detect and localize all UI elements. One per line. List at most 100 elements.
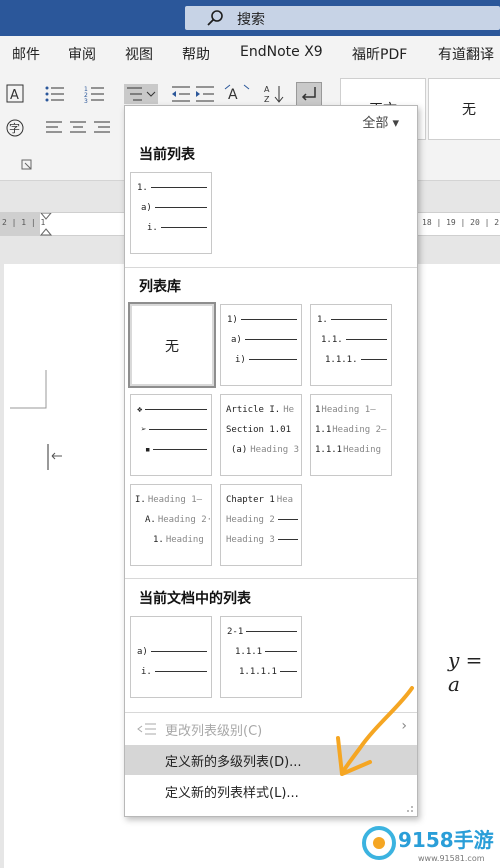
site-watermark: 9158手游 www.91581.com — [362, 822, 500, 868]
thumb-label-heading: Heading 1— — [321, 404, 376, 415]
filter-dropdown[interactable]: 全部 ▾ — [362, 112, 399, 131]
thumb-label: a) — [231, 334, 242, 345]
thumb-label-heading: Heading 2· — [157, 514, 212, 525]
document-lists-title: 当前文档中的列表 — [139, 591, 251, 607]
thumb-label-heading: Heading 2— — [332, 424, 387, 435]
bullets-icon[interactable] — [44, 84, 66, 104]
thumb-label: 1. — [137, 182, 148, 193]
search-box[interactable]: 搜索 — [185, 6, 500, 30]
tab-help[interactable]: 帮助 — [182, 44, 210, 64]
thumb-label: 1. — [317, 314, 328, 325]
thumb-label: I. — [135, 494, 146, 505]
list-thumb-bullets[interactable]: ❖ ➢ ▪ — [130, 394, 212, 476]
list-thumb-doc-1[interactable]: a) i. — [130, 616, 212, 698]
list-thumb-decimal[interactable]: 1. 1.1. 1.1.1. — [310, 304, 392, 386]
thumb-label-heading: Heading 3 — [226, 534, 275, 545]
change-level-icon — [137, 723, 156, 735]
filter-label: 全部 — [362, 116, 389, 131]
style-no-spacing-label: 无 — [462, 102, 476, 118]
thumb-label-heading: Heading 1— — [147, 494, 203, 505]
alignment-icons[interactable] — [44, 118, 124, 138]
brand-name: 9158手游 — [398, 828, 494, 852]
separator — [125, 578, 417, 579]
thumb-label: i. — [147, 222, 158, 233]
thumb-label: 1.1.1 — [235, 646, 263, 657]
thumb-label: ❖ — [137, 404, 143, 415]
numbering-icon[interactable]: 123 — [84, 84, 106, 104]
define-multilevel-list-label: 定义新的多级列表(D)... — [165, 755, 302, 770]
thumb-label: 1.1. — [321, 334, 343, 345]
thumb-label: 1.1.1.1 — [239, 666, 277, 677]
thumb-label: 1 — [315, 404, 321, 415]
thumb-label: 2-1 — [227, 626, 244, 637]
multilevel-list-icon[interactable] — [124, 84, 158, 104]
thumb-label: 1.1.1. — [325, 354, 358, 365]
list-thumb-chapter[interactable]: Chapter 1 Hea Heading 2 Heading 3 — [220, 484, 302, 566]
thumb-label: 1. — [153, 534, 164, 545]
title-bar: 搜索 — [0, 0, 500, 36]
tab-foxit-pdf[interactable]: 福昕PDF — [352, 44, 407, 64]
sort-icon[interactable]: AZ — [264, 84, 286, 104]
thumb-label: (a) — [231, 444, 248, 455]
increase-indent-icon[interactable] — [194, 84, 216, 104]
equation: y = a — [448, 648, 483, 696]
thumb-label-heading: Heading — [343, 444, 382, 455]
list-thumb-none[interactable]: 无 — [128, 302, 216, 388]
ribbon-tabs: 邮件 审阅 视图 帮助 EndNote X9 福昕PDF 有道翻译 — [0, 36, 500, 70]
change-list-level-label: 更改列表级别(C) — [165, 724, 263, 739]
text-box-icon[interactable]: A — [5, 84, 27, 104]
svg-text:Z: Z — [264, 95, 270, 104]
phonetic-guide-icon[interactable]: 字 — [5, 118, 27, 138]
tab-mail[interactable]: 邮件 — [12, 44, 40, 64]
tab-youdao-translate[interactable]: 有道翻译 — [438, 44, 494, 64]
list-none-label: 无 — [165, 339, 179, 355]
list-thumb-article[interactable]: Article I. He Section 1.01 (a) Heading 3· — [220, 394, 302, 476]
list-thumb-current[interactable]: 1. a) i. — [130, 172, 212, 254]
list-thumb-roman-heading[interactable]: I. Heading 1— A. Heading 2· 1. Heading — [130, 484, 212, 566]
svg-text:3: 3 — [84, 98, 88, 104]
svg-text:A: A — [264, 85, 270, 94]
thumb-label-heading: Heading 2 — [226, 514, 275, 525]
define-list-style-label: 定义新的列表样式(L)... — [165, 786, 299, 801]
character-spacing-icon[interactable]: A — [224, 84, 254, 104]
thumb-label: a) — [141, 202, 152, 213]
search-label: 搜索 — [237, 12, 265, 28]
list-thumb-heading-numbered[interactable]: 1 Heading 1— 1.1 Heading 2— 1.1.1 Heading — [310, 394, 392, 476]
thumb-label: i) — [235, 354, 246, 365]
current-list-title: 当前列表 — [139, 147, 195, 163]
list-library-title: 列表库 — [139, 279, 181, 295]
list-thumb-doc-2[interactable]: 2-1 1.1.1 1.1.1.1 — [220, 616, 302, 698]
thumb-label: Article I. — [226, 404, 281, 415]
resize-grip-icon[interactable] — [406, 805, 414, 813]
thumb-label: A. — [145, 514, 156, 525]
search-icon — [207, 10, 223, 26]
brand-url: www.91581.com — [418, 854, 485, 863]
paragraph-mark-icon — [47, 444, 62, 470]
list-thumb-paren[interactable]: 1) a) i) — [220, 304, 302, 386]
svg-text:A: A — [228, 87, 238, 103]
decrease-indent-icon[interactable] — [170, 84, 192, 104]
svg-text:字: 字 — [9, 121, 20, 135]
margin-corner-mark — [10, 370, 47, 409]
thumb-label: a) — [137, 646, 148, 657]
thumb-label: Section 1.01 — [226, 424, 292, 435]
thumb-label: i. — [141, 666, 152, 677]
thumb-label-heading: Heading — [165, 534, 204, 545]
style-no-spacing[interactable]: 无 — [428, 78, 500, 140]
thumb-label: ➢ — [141, 424, 147, 435]
tab-review[interactable]: 审阅 — [68, 44, 96, 64]
brand-logo — [362, 826, 396, 860]
dialog-launcher-icon[interactable] — [20, 158, 42, 178]
thumb-label: Chapter 1 — [226, 494, 275, 505]
ruler-right-ticks: 18 | 19 | 20 | 21 | 2 — [422, 218, 500, 227]
thumb-label-heading: Heading 3· — [250, 444, 302, 455]
annotation-arrow — [336, 686, 414, 776]
tab-endnote[interactable]: EndNote X9 — [240, 44, 323, 60]
ruler-left-ticks: 2 | 1 | 1 — [2, 218, 46, 227]
svg-text:A: A — [10, 88, 19, 103]
tab-view[interactable]: 视图 — [125, 44, 153, 64]
thumb-label-heading: He — [283, 404, 295, 415]
thumb-label-heading: Hea — [276, 494, 294, 505]
thumb-label: ▪ — [145, 444, 151, 455]
thumb-label: 1.1 — [315, 424, 332, 435]
